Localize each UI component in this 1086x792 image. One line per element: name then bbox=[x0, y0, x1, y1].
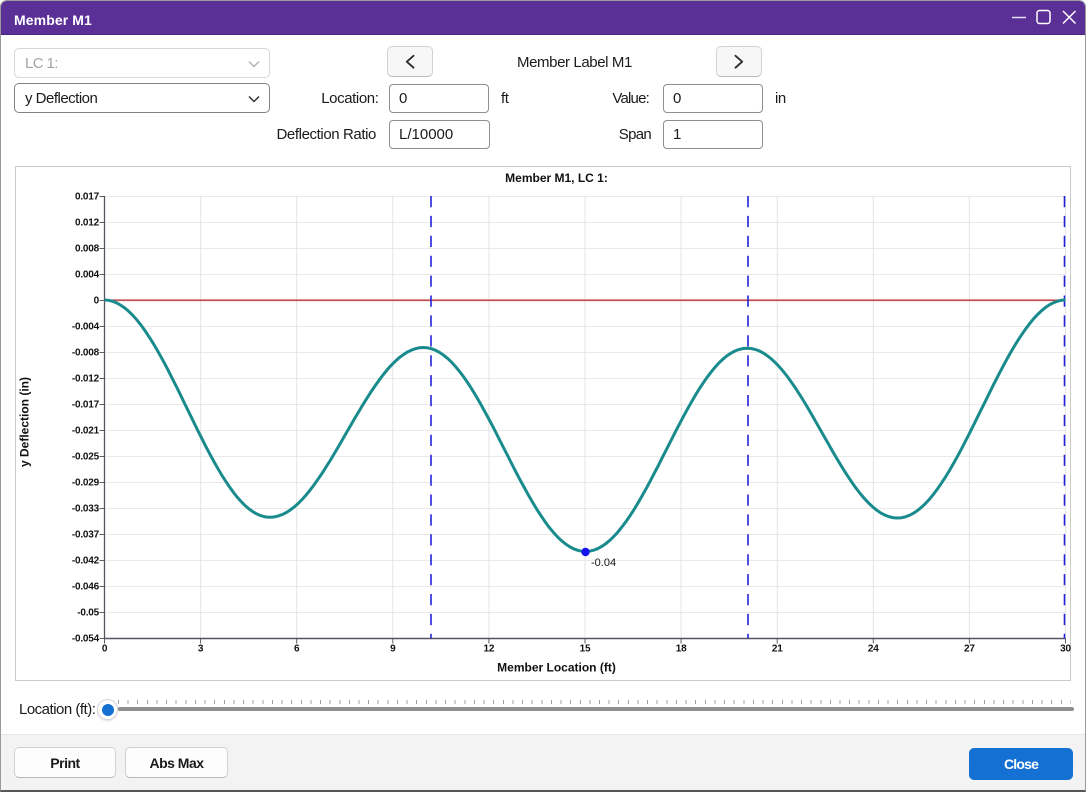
svg-text:6: 6 bbox=[294, 644, 300, 655]
svg-text:-0.008: -0.008 bbox=[72, 348, 100, 359]
svg-text:0: 0 bbox=[94, 296, 100, 307]
svg-text:-0.033: -0.033 bbox=[72, 504, 100, 515]
svg-text:27: 27 bbox=[964, 644, 975, 655]
svg-text:-0.012: -0.012 bbox=[72, 374, 100, 385]
svg-text:-0.004: -0.004 bbox=[72, 322, 100, 333]
svg-text:3: 3 bbox=[198, 644, 204, 655]
svg-text:y Deflection (in): y Deflection (in) bbox=[18, 377, 32, 467]
svg-text:-0.017: -0.017 bbox=[72, 400, 100, 411]
svg-text:Member M1, LC 1:: Member M1, LC 1: bbox=[505, 171, 608, 185]
svg-text:12: 12 bbox=[484, 644, 495, 655]
svg-text:0: 0 bbox=[102, 644, 108, 655]
svg-text:-0.04: -0.04 bbox=[591, 557, 616, 569]
svg-text:-0.05: -0.05 bbox=[77, 608, 99, 619]
svg-text:-0.042: -0.042 bbox=[72, 556, 100, 567]
svg-text:-0.025: -0.025 bbox=[72, 452, 100, 463]
svg-text:-0.037: -0.037 bbox=[72, 530, 100, 541]
svg-text:30: 30 bbox=[1060, 644, 1071, 655]
svg-text:15: 15 bbox=[580, 644, 591, 655]
svg-text:-0.021: -0.021 bbox=[72, 426, 100, 437]
svg-text:-0.029: -0.029 bbox=[72, 478, 100, 489]
svg-text:-0.046: -0.046 bbox=[72, 582, 100, 593]
svg-text:18: 18 bbox=[676, 644, 687, 655]
svg-text:Member Location (ft): Member Location (ft) bbox=[497, 661, 616, 675]
svg-text:21: 21 bbox=[772, 644, 783, 655]
svg-text:0.017: 0.017 bbox=[75, 192, 100, 203]
svg-text:9: 9 bbox=[390, 644, 396, 655]
svg-text:24: 24 bbox=[868, 644, 879, 655]
svg-text:0.004: 0.004 bbox=[75, 270, 100, 281]
svg-text:-0.054: -0.054 bbox=[72, 634, 100, 645]
svg-text:0.008: 0.008 bbox=[75, 244, 100, 255]
svg-text:0.012: 0.012 bbox=[75, 218, 100, 229]
